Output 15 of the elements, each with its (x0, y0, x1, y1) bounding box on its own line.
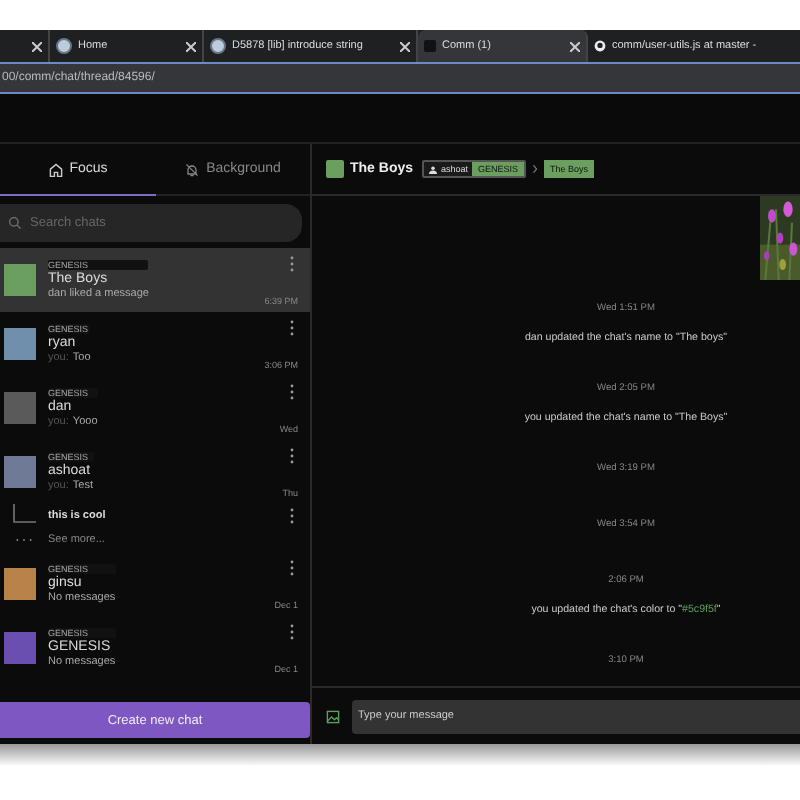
tab-favicon-icon (424, 40, 436, 52)
close-icon[interactable] (400, 41, 410, 51)
community-icon (427, 165, 438, 173)
close-icon[interactable] (32, 41, 42, 51)
search-icon (8, 216, 22, 230)
close-icon[interactable] (186, 41, 196, 51)
tab-favicon-icon (594, 40, 606, 52)
home-icon (47, 161, 64, 177)
tab-favicon-icon (56, 38, 72, 54)
tab-favicon-icon (210, 38, 226, 54)
image-upload-icon[interactable] (326, 709, 340, 723)
close-icon[interactable] (570, 41, 580, 51)
muted-bell-icon (184, 161, 201, 177)
thread-connector-icon (8, 504, 40, 528)
chevron-icon (532, 164, 539, 174)
